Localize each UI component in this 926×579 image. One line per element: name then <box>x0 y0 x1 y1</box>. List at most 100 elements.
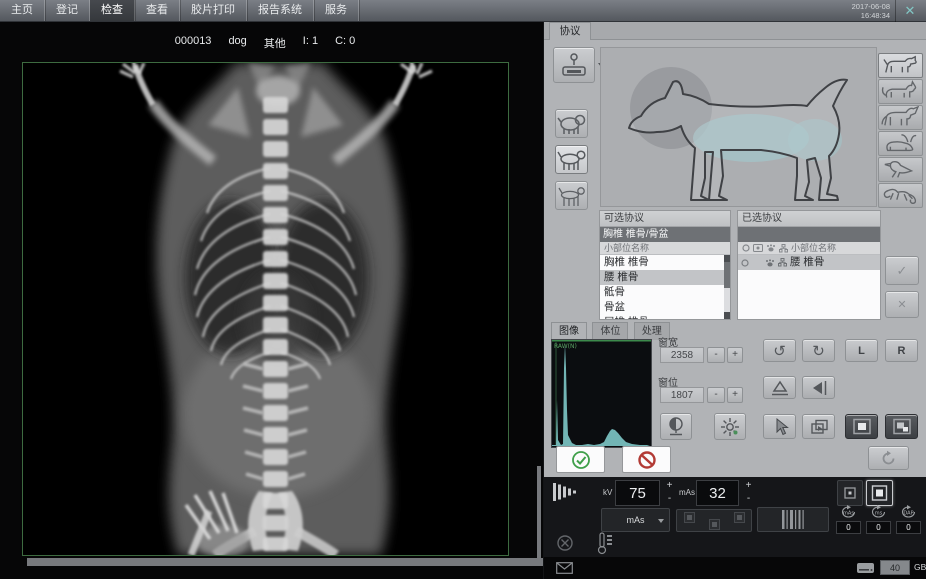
confirm-protocol-button[interactable]: ✓ <box>885 256 919 285</box>
storage-unit-label: GB <box>914 562 926 572</box>
animal-cat-button[interactable] <box>878 79 923 104</box>
animal-rabbit-button[interactable] <box>878 131 923 156</box>
aec-chamber-left-button[interactable] <box>684 512 695 523</box>
mas-meter-value: 0 <box>836 521 861 534</box>
animal-reptile-button[interactable] <box>878 183 923 208</box>
flip-horizontal-button[interactable] <box>802 376 835 399</box>
selected-protocol-name: 腰 椎骨 <box>790 255 824 270</box>
save-image-button[interactable] <box>885 414 918 439</box>
menu-item-exam[interactable]: 检查 <box>90 0 135 21</box>
accept-image-button[interactable] <box>556 446 605 473</box>
window-width-field[interactable]: 2358 <box>660 347 704 363</box>
large-dog-icon <box>556 110 587 137</box>
anatomy-diagram[interactable] <box>600 47 877 207</box>
protocol-group-header[interactable]: 胸椎 椎骨/骨盆 <box>600 227 730 242</box>
protocol-item[interactable]: 骨盆 <box>600 300 730 315</box>
horse-icon <box>879 106 922 129</box>
marker-right-button[interactable]: R <box>885 339 918 362</box>
fit-display-button[interactable] <box>845 414 878 439</box>
dog-size-medium-button[interactable] <box>555 145 588 174</box>
menubar-divider <box>895 0 896 22</box>
scroll-down-button[interactable] <box>724 312 730 319</box>
auto-processing-button[interactable] <box>714 413 746 440</box>
window-level-decrease-button[interactable]: - <box>707 387 725 403</box>
reset-button[interactable] <box>868 446 909 470</box>
histogram-panel[interactable]: RAW(N) <box>551 339 652 448</box>
selected-protocol-row[interactable]: 腰 椎骨 <box>738 255 880 270</box>
tab-protocol[interactable]: 协议 <box>549 22 591 40</box>
animal-horse-button[interactable] <box>878 105 923 130</box>
reject-image-button[interactable] <box>622 446 671 473</box>
kv-decrease-button[interactable]: - <box>662 493 677 505</box>
list-scrollbar[interactable] <box>724 255 730 319</box>
menu-item-home[interactable]: 主页 <box>0 0 45 21</box>
large-focus-icon <box>867 481 892 505</box>
c-count: C: 0 <box>335 35 355 51</box>
vertical-scrollbar[interactable] <box>537 466 541 558</box>
window-width-increase-button[interactable]: + <box>727 347 743 363</box>
image-stack-button[interactable] <box>802 414 835 439</box>
flip-vertical-button[interactable] <box>763 376 796 399</box>
protocol-item[interactable]: 尾椎 椎骨 <box>600 315 730 320</box>
protocol-item-selected[interactable]: 腰 椎骨 <box>600 270 730 285</box>
small-dog-icon <box>556 182 587 209</box>
rotate-ccw-button[interactable]: ↺ <box>763 339 796 362</box>
image-stack-icon <box>809 418 829 436</box>
xray-image[interactable] <box>22 62 509 556</box>
exposure-mode-select[interactable]: mAs <box>601 508 670 532</box>
horizontal-scrollbar[interactable] <box>27 558 543 566</box>
save-image-icon <box>892 418 912 435</box>
protocol-item[interactable]: 骶骨 <box>600 285 730 300</box>
collision-disable-icon[interactable] <box>556 534 574 552</box>
fit-display-icon <box>852 418 872 435</box>
grid-button[interactable] <box>757 507 829 532</box>
mas-value-field[interactable]: 32 <box>696 480 739 506</box>
datetime-display: 2017-06-08 16:48:34 <box>852 2 890 20</box>
aec-chamber-right-button[interactable] <box>734 512 745 523</box>
window-level-field[interactable]: 1807 <box>660 387 704 403</box>
menu-item-register[interactable]: 登记 <box>45 0 90 21</box>
invert-button[interactable] <box>660 413 692 440</box>
scroll-up-button[interactable] <box>724 255 730 262</box>
lizard-icon <box>879 184 922 207</box>
animal-bird-button[interactable] <box>878 157 923 182</box>
menu-item-report-system[interactable]: 报告系统 <box>247 0 314 21</box>
caret-down-icon <box>658 519 664 523</box>
selected-group-bar <box>738 227 880 242</box>
kv-value-field[interactable]: 75 <box>615 480 660 506</box>
selected-protocols-list: 已选协议 小部位名称 腰 椎骨 <box>737 210 881 320</box>
tab-position[interactable]: 体位 <box>592 322 628 340</box>
remove-protocol-button[interactable]: ✕ <box>885 291 919 318</box>
pointer-tool-button[interactable] <box>763 414 796 439</box>
tab-image[interactable]: 图像 <box>551 322 587 340</box>
date-text: 2017-06-08 <box>852 2 890 11</box>
rotate-cw-button[interactable]: ↻ <box>802 339 835 362</box>
image-viewer: 000013 dog 其他 I: 1 C: 0 <box>0 22 543 579</box>
focal-spot-large-button[interactable] <box>866 480 893 506</box>
aec-chamber-center-button[interactable] <box>709 519 720 530</box>
menu-item-service[interactable]: 服务 <box>314 0 359 21</box>
menu-item-view[interactable]: 查看 <box>135 0 180 21</box>
dog-size-large-button[interactable] <box>555 109 588 138</box>
window-width-decrease-button[interactable]: - <box>707 347 725 363</box>
body-part-icon <box>779 244 788 253</box>
dap-meter-value: 0 <box>896 521 921 534</box>
window-level-increase-button[interactable]: + <box>727 387 743 403</box>
marker-left-button[interactable]: L <box>845 339 878 362</box>
selected-protocols-title: 已选协议 <box>738 211 880 227</box>
dog-size-small-button[interactable] <box>555 181 588 210</box>
mas-decrease-button[interactable]: - <box>741 493 756 505</box>
animal-dog-button[interactable] <box>878 53 923 78</box>
exposure-beam-icon <box>552 481 580 503</box>
protocol-item[interactable]: 胸椎 椎骨 <box>600 255 730 270</box>
tube-heat-thermometer-icon <box>597 532 613 555</box>
message-envelope-icon[interactable] <box>556 562 573 574</box>
scrollbar-thumb[interactable] <box>724 262 730 288</box>
menu-item-film-print[interactable]: 胶片打印 <box>180 0 247 21</box>
kv-increase-button[interactable]: + <box>662 480 677 492</box>
control-panel: 协议 <box>543 22 926 579</box>
close-button[interactable]: ✕ <box>901 2 919 20</box>
table-position-button[interactable] <box>553 47 595 83</box>
focal-spot-small-button[interactable] <box>837 480 863 506</box>
mas-increase-button[interactable]: + <box>741 480 756 492</box>
